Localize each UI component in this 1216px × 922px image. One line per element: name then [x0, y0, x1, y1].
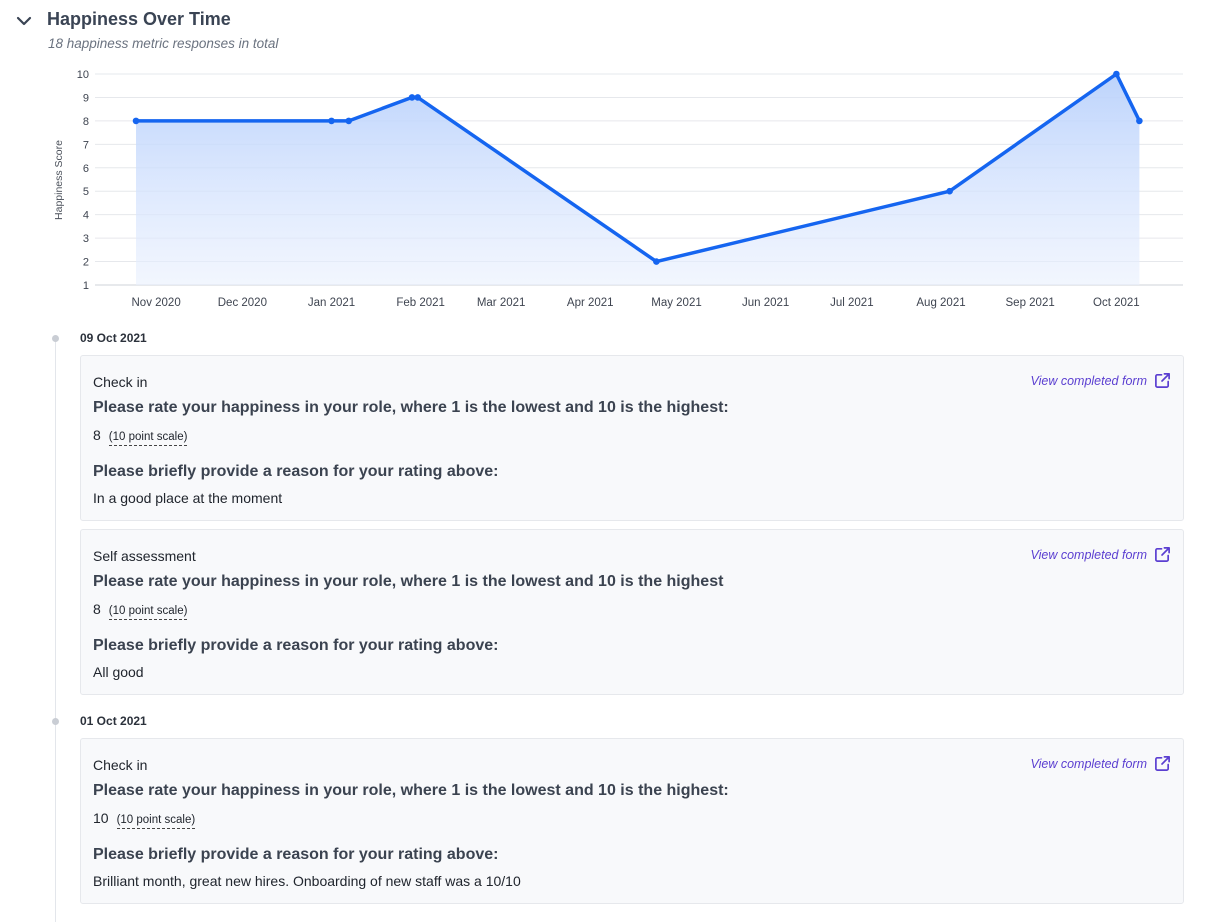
response-card: Check in View completed form Please rate… — [80, 355, 1184, 521]
score-value: 10 — [93, 810, 109, 826]
external-link-icon — [1155, 756, 1170, 771]
y-tick-label: 8 — [83, 116, 89, 128]
x-tick-label: Apr 2021 — [567, 297, 614, 309]
data-point — [408, 94, 416, 101]
view-completed-form-label: View completed form — [1030, 756, 1148, 771]
x-tick-label: Jan 2021 — [308, 297, 355, 309]
rating-question: Please rate your happiness in your role,… — [93, 782, 729, 799]
external-link-icon — [1155, 373, 1170, 388]
section-subtitle: 18 happiness metric responses in total — [48, 36, 279, 51]
reason-question: Please briefly provide a reason for your… — [93, 846, 499, 863]
data-point — [345, 117, 353, 125]
x-tick-label: Nov 2020 — [132, 297, 181, 309]
happiness-chart: 1 2 3 4 5 6 7 8 9 10 Nov 2020 Dec 2020 Jan 2021 Feb … — [53, 69, 1183, 309]
score-row: 8 (10 point scale) — [93, 601, 188, 620]
y-tick-label: 2 — [83, 257, 89, 269]
form-type: Check in — [93, 374, 148, 390]
timeline-dot — [52, 335, 59, 342]
section-header: Happiness Over Time 18 happiness metric … — [0, 0, 1216, 56]
score-row: 8 (10 point scale) — [93, 427, 188, 446]
data-point — [414, 94, 422, 101]
rating-question: Please rate your happiness in your role,… — [93, 399, 729, 416]
x-tick-label: Jul 2021 — [830, 297, 873, 309]
series-area — [136, 74, 1140, 285]
timeline-dot — [52, 718, 59, 725]
happiness-series — [132, 70, 1143, 285]
y-tick-label: 7 — [83, 139, 89, 151]
data-point — [132, 117, 140, 125]
reason-answer: Brilliant month, great new hires. Onboar… — [93, 873, 521, 889]
data-point — [653, 258, 660, 265]
score-row: 10 (10 point scale) — [93, 810, 196, 829]
external-link-icon — [1155, 547, 1170, 562]
view-completed-form-link[interactable]: View completed form — [1031, 546, 1172, 563]
x-axis-ticks: Nov 2020 Dec 2020 Jan 2021 Feb 2021 Mar 2021… — [132, 297, 1140, 309]
data-point — [328, 117, 335, 125]
reason-question: Please briefly provide a reason for your… — [93, 463, 499, 480]
x-tick-label: May 2021 — [651, 297, 702, 309]
x-tick-label: Sep 2021 — [1006, 297, 1055, 309]
response-card: Check in View completed form Please rate… — [80, 738, 1184, 904]
view-completed-form-label: View completed form — [1030, 547, 1148, 562]
timeline-line — [55, 340, 56, 922]
x-tick-label: Mar 2021 — [477, 297, 526, 309]
timeline-date: 01 Oct 2021 — [80, 714, 147, 728]
data-point — [1136, 117, 1143, 125]
chevron-down-icon[interactable] — [14, 11, 34, 31]
response-card: Self assessment View completed form Plea… — [80, 529, 1184, 695]
y-tick-label: 6 — [83, 163, 89, 175]
y-tick-label: 3 — [83, 233, 89, 245]
reason-answer: In a good place at the moment — [93, 490, 283, 506]
score-value: 8 — [93, 601, 101, 617]
x-tick-label: Feb 2021 — [396, 297, 445, 309]
y-tick-label: 4 — [83, 210, 89, 222]
view-completed-form-label: View completed form — [1030, 373, 1148, 388]
y-tick-label: 9 — [83, 92, 89, 104]
x-tick-label: Oct 2021 — [1093, 297, 1140, 309]
data-point — [946, 187, 953, 195]
view-completed-form-link[interactable]: View completed form — [1031, 372, 1172, 389]
y-axis-label: Happiness Score — [53, 140, 65, 220]
scale-label[interactable]: (10 point scale) — [108, 605, 188, 620]
y-axis-ticks: 1 2 3 4 5 6 7 8 9 10 — [77, 69, 89, 292]
section-title: Happiness Over Time — [47, 9, 231, 29]
y-tick-label: 1 — [83, 280, 89, 292]
reason-answer: All good — [93, 664, 144, 680]
y-tick-label: 5 — [83, 186, 89, 198]
scale-label[interactable]: (10 point scale) — [108, 431, 188, 446]
form-type: Check in — [93, 757, 148, 773]
x-tick-label: Aug 2021 — [916, 297, 965, 309]
x-tick-label: Dec 2020 — [218, 297, 267, 309]
reason-question: Please briefly provide a reason for your… — [93, 637, 499, 654]
rating-question: Please rate your happiness in your role,… — [93, 573, 724, 590]
y-tick-label: 10 — [77, 69, 89, 81]
timeline-date: 09 Oct 2021 — [80, 331, 147, 345]
score-value: 8 — [93, 427, 101, 443]
data-point — [1113, 70, 1120, 78]
x-tick-label: Jun 2021 — [742, 297, 789, 309]
view-completed-form-link[interactable]: View completed form — [1031, 755, 1172, 772]
form-type: Self assessment — [93, 548, 196, 564]
scale-label[interactable]: (10 point scale) — [116, 814, 196, 829]
